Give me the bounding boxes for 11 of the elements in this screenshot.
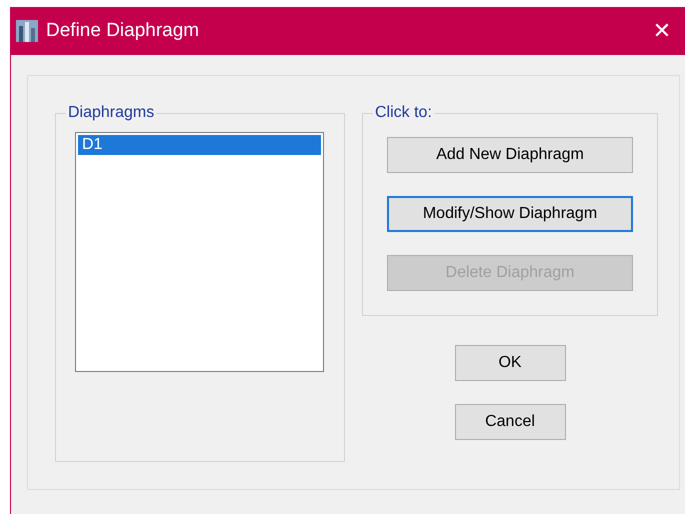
list-item[interactable]: D1 [78,135,321,155]
diaphragm-list[interactable]: D1 [75,132,324,372]
close-button[interactable]: ✕ [639,7,685,55]
action-button[interactable]: Modify/Show Diaphragm [387,196,633,232]
dialog-button[interactable]: Cancel [454,404,566,440]
group-label: Diaphragms [67,104,156,122]
action-button[interactable]: Add New Diaphragm [387,137,633,173]
app-icon [16,20,38,42]
window-title: Define Diaphragm [46,20,200,42]
group-label: Click to: [374,104,433,122]
dialog-button[interactable]: OK [454,345,566,381]
